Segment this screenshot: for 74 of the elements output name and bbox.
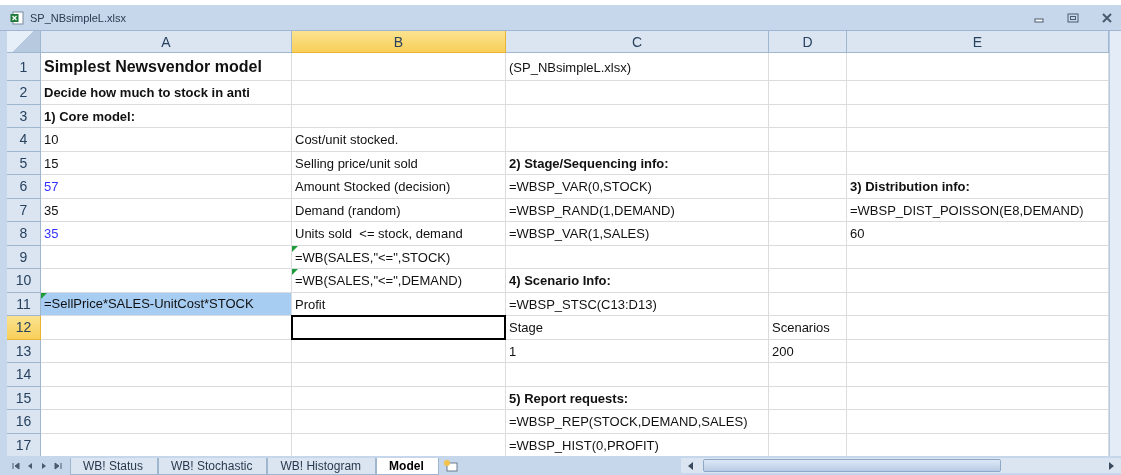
vertical-scrollbar[interactable] [1109, 31, 1121, 456]
spreadsheet-cell: 5) Report requests: [509, 390, 629, 406]
window-title: SP_NBsimpleL.xlsx [30, 11, 126, 24]
sheet-tab[interactable]: WB! Histogram [267, 458, 377, 475]
restore-icon[interactable] [1067, 12, 1079, 23]
first-sheet-icon[interactable] [12, 461, 20, 470]
spreadsheet-cell: 35 [44, 226, 59, 242]
spreadsheet-cell: 60 [850, 226, 865, 242]
horizontal-scrollbar[interactable] [681, 458, 1121, 473]
row-header[interactable]: 7 [7, 198, 41, 222]
spreadsheet-cell: =WBSP_VAR(0,STOCK) [509, 179, 652, 195]
scroll-left-icon[interactable] [687, 460, 695, 471]
row-header[interactable]: 5 [7, 151, 41, 175]
spreadsheet-cell: =WBSP_REP(STOCK,DEMAND,SALES) [509, 414, 748, 430]
row-header[interactable]: 12 [7, 316, 41, 340]
row-header[interactable]: 11 [7, 292, 41, 316]
spreadsheet-cell: 200 [772, 343, 794, 359]
sheet-tab[interactable]: Model [376, 458, 439, 475]
row-header[interactable]: 14 [7, 363, 41, 387]
spreadsheet-cell: Profit [295, 296, 326, 312]
spreadsheet-cell: Selling price/unit sold [295, 155, 418, 171]
column-header[interactable]: E [847, 31, 1109, 53]
spreadsheet-cell: =WBSP_STSC(C13:D13) [509, 296, 657, 312]
spreadsheet-cell: Units sold <= stock, demand [295, 226, 463, 242]
spreadsheet-cell: =WBSP_RAND(1,DEMAND) [509, 202, 675, 218]
scroll-thumb[interactable] [703, 459, 1001, 472]
row-header[interactable]: 1 [7, 53, 41, 81]
next-sheet-icon[interactable] [40, 461, 48, 470]
row-header[interactable]: 15 [7, 386, 41, 410]
column-header[interactable]: D [769, 31, 847, 53]
previous-sheet-icon[interactable] [26, 461, 34, 470]
row-header[interactable]: 10 [7, 269, 41, 293]
spreadsheet-cell: Decide how much to stock in anti [44, 85, 250, 101]
spreadsheet-cell: =WB(SALES,"<=",STOCK) [295, 249, 451, 265]
spreadsheet-cell: =WBSP_VAR(1,SALES) [509, 226, 650, 242]
spreadsheet-cell: Stage [509, 320, 543, 336]
spreadsheet-cell: 1) Core model: [44, 108, 135, 124]
spreadsheet-cell: Scenarios [772, 320, 830, 336]
spreadsheet-file-icon [10, 10, 24, 25]
column-header[interactable]: B [292, 31, 506, 53]
spreadsheet-cell: Demand (random) [295, 202, 401, 218]
spreadsheet-cell: Cost/unit stocked. [295, 132, 399, 148]
last-sheet-icon[interactable] [54, 461, 62, 470]
spreadsheet-cell: 1 [509, 343, 517, 359]
spreadsheet-cell: 10 [44, 132, 59, 148]
scroll-right-icon[interactable] [1107, 460, 1115, 471]
spreadsheet-cell: 15 [44, 155, 59, 171]
sheet-tab[interactable]: WB! Status [70, 458, 159, 475]
spreadsheet-cell: (SP_NBsimpleL.xlsx) [509, 59, 632, 75]
column-header[interactable]: A [41, 31, 292, 53]
spreadsheet-cell: 4) Scenario Info: [509, 273, 611, 289]
row-header[interactable]: 4 [7, 128, 41, 152]
spreadsheet-cell: Amount Stocked (decision) [295, 179, 451, 195]
active-cell-border[interactable] [291, 315, 506, 340]
row-header[interactable]: 16 [7, 410, 41, 434]
spreadsheet-cell: 57 [44, 179, 59, 195]
spreadsheet-cell: =WBSP_HIST(0,PROFIT) [509, 437, 659, 453]
row-header[interactable]: 17 [7, 433, 41, 456]
spreadsheet-cell: =WBSP_DIST_POISSON(E8,DEMAND) [850, 202, 1084, 218]
row-header[interactable]: 13 [7, 339, 41, 363]
spreadsheet-cell: 35 [44, 202, 59, 218]
row-header[interactable]: 8 [7, 222, 41, 246]
spreadsheet-cell: Simplest Newsvendor model [44, 58, 262, 76]
column-header[interactable]: C [506, 31, 769, 53]
spreadsheet-cell: =SellPrice*SALES-UnitCost*STOCK [41, 292, 291, 315]
spreadsheet-cell: 3) Distribution info: [850, 179, 970, 195]
spreadsheet-cell: 2) Stage/Sequencing info: [509, 155, 669, 171]
close-icon[interactable] [1101, 12, 1113, 23]
row-header[interactable]: 9 [7, 245, 41, 269]
row-header[interactable]: 2 [7, 81, 41, 105]
spreadsheet-cell: =WB(SALES,"<=",DEMAND) [295, 273, 463, 289]
row-header[interactable]: 6 [7, 175, 41, 199]
sheet-tab[interactable]: WB! Stochastic [158, 458, 268, 475]
row-header[interactable]: 3 [7, 104, 41, 128]
